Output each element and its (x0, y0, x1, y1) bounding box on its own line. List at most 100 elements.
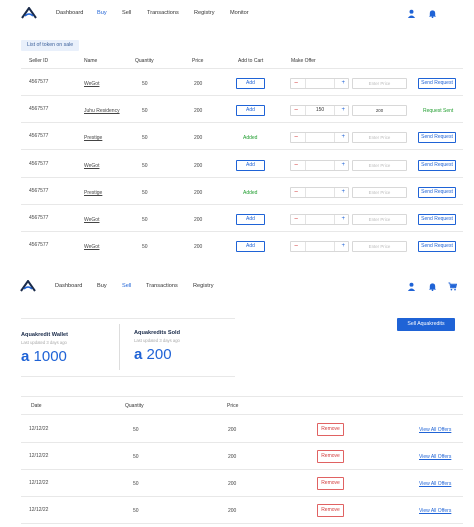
col-date: Date (31, 403, 42, 409)
offer-quantity-value[interactable] (305, 133, 335, 142)
offer-quantity-value[interactable]: 150 (305, 106, 335, 115)
minus-icon[interactable]: − (294, 161, 298, 170)
seller-name-link[interactable]: Prestige (84, 135, 102, 141)
sell-aquakredits-button[interactable]: Sell Aquakredits (397, 318, 455, 331)
listing-quantity: 50 (133, 508, 139, 514)
bell-icon[interactable] (428, 282, 437, 291)
divider (21, 177, 463, 178)
plus-icon[interactable]: + (341, 242, 345, 251)
send-request-button[interactable]: Send Request (418, 187, 456, 198)
seller-name-link[interactable]: WeGot (84, 244, 99, 250)
seller-id: 4567577 (29, 215, 49, 221)
offer-price-input[interactable]: Enter Price (352, 78, 407, 89)
offer-price-input[interactable]: Enter Price (352, 132, 407, 143)
nav-dashboard[interactable]: Dashboard (55, 283, 82, 289)
nav-transactions[interactable]: Transactions (147, 10, 179, 16)
seller-name-link[interactable]: Juhu Residency (84, 108, 120, 114)
seller-name-link[interactable]: WeGot (84, 163, 99, 169)
nav-sell[interactable]: Sell (122, 10, 131, 16)
price: 200 (194, 244, 203, 250)
remove-button[interactable]: Remove (317, 504, 344, 517)
sold-updated: Last updated 3 days ago (134, 338, 180, 343)
nav-sell[interactable]: Sell (122, 283, 131, 289)
seller-name-link[interactable]: WeGot (84, 217, 99, 223)
add-to-cart-button[interactable]: Add (236, 241, 265, 252)
seller-name-link[interactable]: Prestige (84, 190, 102, 196)
offer-price-input[interactable]: Enter Price (352, 214, 407, 225)
quantity: 50 (142, 135, 148, 141)
plus-icon[interactable]: + (341, 215, 345, 224)
offer-price-input[interactable]: Enter Price (352, 241, 407, 252)
quantity: 50 (142, 108, 148, 114)
nav-dashboard[interactable]: Dashboard (56, 10, 83, 16)
wallet-amount: a 1000 (21, 348, 67, 365)
price: 200 (194, 108, 203, 114)
add-to-cart-button[interactable]: Add (236, 78, 265, 89)
add-to-cart-button[interactable]: Add (236, 160, 265, 171)
nav-transactions[interactable]: Transactions (146, 283, 178, 289)
offer-quantity-value[interactable] (305, 215, 335, 224)
offer-price-input[interactable]: Enter Price (352, 187, 407, 198)
send-request-button[interactable]: Send Request (418, 241, 456, 252)
nav-monitor[interactable]: Monitor (230, 10, 249, 16)
remove-button[interactable]: Remove (317, 450, 344, 463)
sold-amount: a 200 (134, 346, 172, 363)
cart-icon[interactable] (448, 282, 457, 291)
listing-date: 12/12/22 (29, 480, 49, 486)
offer-price-input[interactable]: Enter Price (352, 160, 407, 171)
plus-icon[interactable]: + (341, 161, 345, 170)
remove-button[interactable]: Remove (317, 477, 344, 490)
col-add-to-cart: Add to Cart (238, 58, 264, 64)
send-request-button[interactable]: Send Request (418, 214, 456, 225)
quantity-stepper: − + (290, 132, 349, 143)
nav-registry[interactable]: Registry (194, 10, 215, 16)
view-all-offers-link[interactable]: View All Offers (419, 427, 451, 433)
col-price: Price (192, 58, 204, 64)
aquakredit-symbol: a (21, 348, 30, 365)
nav-buy[interactable]: Buy (97, 10, 107, 16)
offer-price-input[interactable]: 200 (352, 105, 407, 116)
plus-icon[interactable]: + (341, 188, 345, 197)
logo-icon[interactable] (20, 280, 36, 292)
add-to-cart-button[interactable]: Add (236, 214, 265, 225)
send-request-button[interactable]: Send Request (418, 160, 456, 171)
minus-icon[interactable]: − (294, 215, 298, 224)
minus-icon[interactable]: − (294, 106, 298, 115)
user-icon[interactable] (407, 9, 416, 18)
seller-name-link[interactable]: WeGot (84, 81, 99, 87)
offer-quantity-value[interactable] (305, 188, 335, 197)
add-to-cart-button[interactable]: Add (236, 105, 265, 116)
plus-icon[interactable]: + (341, 133, 345, 142)
bell-icon[interactable] (428, 9, 437, 18)
tab-tokens-on-sale[interactable]: List of token on sale (21, 40, 80, 51)
col-make-offer: Make Offer (291, 58, 316, 64)
plus-icon[interactable]: + (341, 79, 345, 88)
view-all-offers-link[interactable]: View All Offers (419, 508, 451, 514)
offer-quantity-value[interactable] (305, 242, 335, 251)
listing-quantity: 50 (133, 454, 139, 460)
view-all-offers-link[interactable]: View All Offers (419, 454, 451, 460)
plus-icon[interactable]: + (341, 106, 345, 115)
wallet-updated: Last updated 3 days ago (21, 340, 67, 345)
minus-icon[interactable]: − (294, 242, 298, 251)
send-request-button[interactable]: Send Request (418, 78, 456, 89)
send-request-button[interactable]: Send Request (418, 132, 456, 143)
user-icon[interactable] (407, 282, 416, 291)
listing-date: 12/12/22 (29, 453, 49, 459)
minus-icon[interactable]: − (294, 188, 298, 197)
nav-registry[interactable]: Registry (193, 283, 214, 289)
remove-button[interactable]: Remove (317, 423, 344, 436)
minus-icon[interactable]: − (294, 79, 298, 88)
quantity: 50 (142, 81, 148, 87)
divider (21, 68, 463, 69)
divider (21, 149, 463, 150)
divider (21, 318, 235, 319)
view-all-offers-link[interactable]: View All Offers (419, 481, 451, 487)
quantity-stepper: − + (290, 78, 349, 89)
logo-icon[interactable] (21, 7, 37, 19)
wallet-amount-value: 1000 (33, 348, 67, 365)
offer-quantity-value[interactable] (305, 79, 335, 88)
nav-buy[interactable]: Buy (97, 283, 107, 289)
offer-quantity-value[interactable] (305, 161, 335, 170)
minus-icon[interactable]: − (294, 133, 298, 142)
